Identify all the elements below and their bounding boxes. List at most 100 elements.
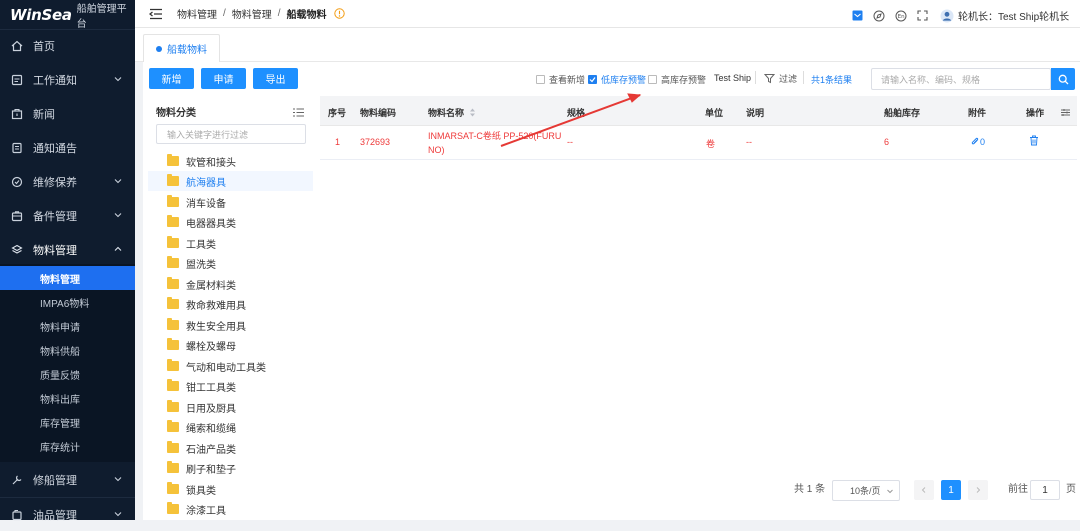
fullscreen-icon[interactable]: [917, 10, 928, 21]
tree-node[interactable]: 绳索和缆绳: [148, 417, 313, 437]
tree-node-label: 消车设备: [186, 198, 226, 210]
compass-icon[interactable]: [873, 10, 885, 22]
news-icon: [11, 108, 23, 120]
submenu-item-quality-feedback[interactable]: 质量反馈: [0, 362, 135, 386]
folder-icon: [167, 338, 179, 350]
folder-icon: [167, 482, 179, 494]
folder-icon: [167, 461, 179, 473]
tree-node[interactable]: 航海器具: [148, 171, 313, 191]
collapse-menu-icon[interactable]: [148, 8, 163, 20]
message-icon[interactable]: [852, 10, 863, 21]
tree-node[interactable]: 石油产品类: [148, 438, 313, 458]
submenu-item-impa6[interactable]: IMPA6物料: [0, 290, 135, 314]
tree-node[interactable]: 钳工工具类: [148, 376, 313, 396]
tree-node[interactable]: 电器器具类: [148, 212, 313, 232]
folder-icon: [167, 297, 179, 309]
submenu-item-material-request[interactable]: 物料申请: [0, 314, 135, 338]
tree-node-label: 电器器具类: [186, 218, 236, 230]
tree-node[interactable]: 盥洗类: [148, 253, 313, 273]
tree-node[interactable]: 工具类: [148, 233, 313, 253]
avatar[interactable]: [940, 9, 954, 23]
new-button[interactable]: 新增: [149, 68, 194, 89]
sidebar-item-oil[interactable]: 油品管理: [0, 497, 135, 531]
submenu-item-material-supply[interactable]: 物料供船: [0, 338, 135, 362]
sidebar-item-label: 通知通告: [33, 143, 77, 155]
sidebar-item-materials[interactable]: 物料管理: [0, 233, 135, 267]
tab-shipboard-materials[interactable]: 船载物料: [143, 34, 220, 62]
tree-node-label: 航海器具: [186, 177, 226, 189]
notice-icon: [11, 74, 23, 86]
sidebar-item-news[interactable]: 新闻: [0, 97, 135, 131]
breadcrumb-item[interactable]: 物料管理: [232, 6, 272, 21]
search-input[interactable]: 请输入名称、编码、规格: [871, 68, 1051, 90]
chevron-down-icon: [114, 179, 122, 184]
delete-icon[interactable]: [1029, 135, 1039, 149]
tree-node[interactable]: 日用及厨具: [148, 397, 313, 417]
folder-icon: [167, 359, 179, 371]
folder-icon: [167, 318, 179, 330]
tree-node[interactable]: 消车设备: [148, 192, 313, 212]
cell-name-line: NO): [428, 145, 445, 155]
apply-button[interactable]: 申请: [201, 68, 246, 89]
tree-node[interactable]: 涂漆工具: [148, 499, 313, 519]
breadcrumb-item[interactable]: 物料管理: [177, 6, 217, 21]
export-button[interactable]: 导出: [253, 68, 298, 89]
tree-title: 物料分类: [156, 108, 196, 119]
tree-node[interactable]: 救命救难用具: [148, 294, 313, 314]
page-tabs: 船载物料: [135, 28, 1080, 62]
submenu-item-inventory-stats[interactable]: 库存统计: [0, 434, 135, 458]
chevron-down-icon: [114, 213, 122, 218]
ship-name[interactable]: Test Ship: [714, 73, 751, 83]
submenu-item-inventory-management[interactable]: 库存管理: [0, 410, 135, 434]
filter-button[interactable]: 过滤: [764, 72, 797, 85]
cell-attachment[interactable]: 0: [970, 136, 985, 147]
column-settings-icon[interactable]: [1061, 106, 1070, 120]
tree-node-label: 钳工工具类: [186, 382, 236, 394]
sidebar-item-announcement[interactable]: 通知通告: [0, 131, 135, 165]
page-size-select[interactable]: 10条/页: [832, 480, 900, 501]
tree-node[interactable]: 气动和电动工具类: [148, 356, 313, 376]
tree-node[interactable]: 软管和接头: [148, 151, 313, 171]
goto-page-input[interactable]: 1: [1030, 480, 1060, 500]
view-new-checkbox[interactable]: 查看新增: [536, 73, 585, 86]
sidebar-item-maintenance[interactable]: 维修保养: [0, 165, 135, 199]
user-name[interactable]: 轮机长：Test Ship轮机长: [958, 8, 1069, 23]
sidebar-item-label: 新闻: [33, 109, 55, 121]
info-icon[interactable]: [333, 8, 345, 19]
folder-icon: [167, 154, 179, 166]
high-stock-checkbox[interactable]: 高库存预警: [648, 73, 706, 86]
home-icon: [11, 40, 23, 52]
tree-node[interactable]: 救生安全用具: [148, 315, 313, 335]
spare-parts-icon: [11, 210, 23, 222]
column-header-name[interactable]: 物料名称: [428, 106, 476, 119]
tree-filter-input[interactable]: 输入关键字进行过滤: [156, 124, 306, 144]
tree-node-label: 刷子和垫子: [186, 464, 236, 476]
prev-page-button[interactable]: [914, 480, 934, 500]
checkbox-box: [536, 75, 545, 84]
sidebar-item-spare-parts[interactable]: 备件管理: [0, 199, 135, 233]
tree-node[interactable]: 锁具类: [148, 479, 313, 499]
page-number-current[interactable]: 1: [941, 480, 961, 500]
tree-node[interactable]: 螺栓及螺母: [148, 335, 313, 355]
submenu-item-materials[interactable]: 物料管理: [0, 266, 135, 290]
submenu-item-material-outbound[interactable]: 物料出库: [0, 386, 135, 410]
maintenance-icon: [11, 176, 23, 188]
language-icon[interactable]: En: [895, 10, 907, 22]
sidebar-item-work-notice[interactable]: 工作通知: [0, 63, 135, 97]
next-page-button[interactable]: [968, 480, 988, 500]
tree-node[interactable]: 刷子和垫子: [148, 458, 313, 478]
search-button[interactable]: [1051, 68, 1075, 90]
page-suffix: 页: [1066, 484, 1076, 495]
svg-text:En: En: [898, 14, 905, 20]
folder-icon: [167, 236, 179, 248]
checkbox-label: 查看新增: [549, 75, 586, 85]
sort-icon: [470, 108, 476, 117]
chevron-down-icon: [114, 77, 122, 82]
table-row[interactable]: 1 372693 INMARSAT-C卷纸 PP-520(FURU NO) --…: [320, 126, 1077, 160]
list-view-icon[interactable]: [293, 106, 304, 120]
tree-node[interactable]: 金属材料类: [148, 274, 313, 294]
low-stock-checkbox[interactable]: 低库存预警: [588, 73, 646, 86]
breadcrumb-current: 船载物料: [286, 10, 327, 21]
sidebar-item-home[interactable]: 首页: [0, 29, 135, 63]
sidebar-item-ship-repair[interactable]: 修船管理: [0, 463, 135, 497]
